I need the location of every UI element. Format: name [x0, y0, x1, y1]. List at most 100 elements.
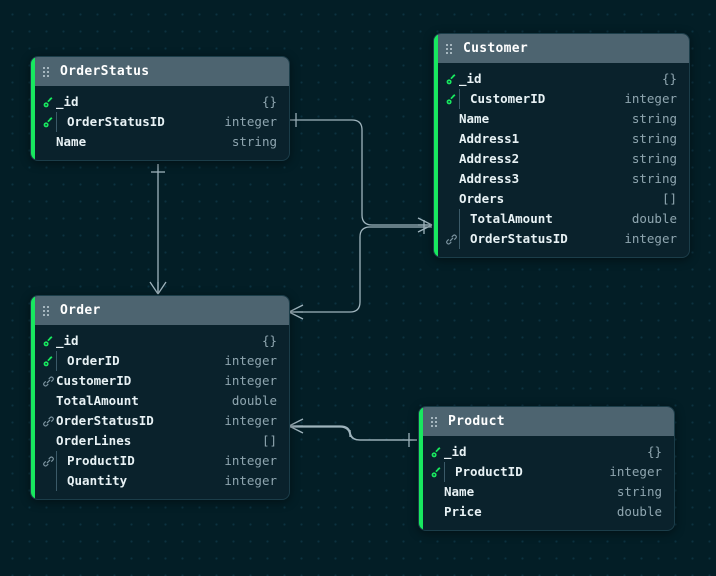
- field-row[interactable]: Name string: [419, 482, 674, 502]
- drag-handle-icon[interactable]: [431, 416, 437, 427]
- indent-guide: [56, 451, 57, 471]
- table-accent-bar: [419, 407, 423, 530]
- field-type: string: [616, 484, 662, 499]
- table-fields: _id {} OrderID integer CustomerID integer Tota…: [31, 325, 289, 499]
- field-name: Price: [444, 504, 482, 519]
- link-icon: [40, 376, 56, 387]
- link-icon: [40, 456, 56, 467]
- field-name-wrap: CustomerID: [56, 371, 215, 391]
- field-name: Address2: [459, 151, 520, 166]
- field-type: integer: [609, 464, 662, 479]
- table-title: Product: [448, 414, 505, 429]
- field-name: TotalAmount: [56, 393, 139, 408]
- edge-orderstatus-customer: [288, 113, 433, 233]
- indent-guide: [459, 229, 460, 249]
- table-accent-bar: [31, 57, 35, 160]
- field-name-wrap: ProductID: [444, 462, 600, 482]
- field-type: double: [231, 393, 277, 408]
- field-name-wrap: OrderLines: [56, 431, 215, 451]
- field-name: OrderStatusID: [56, 413, 154, 428]
- edge-customer-order: [288, 220, 432, 320]
- field-type: integer: [224, 413, 277, 428]
- field-name: OrderStatusID: [470, 231, 568, 246]
- key-icon: [443, 93, 459, 105]
- table-title: Order: [60, 303, 101, 318]
- field-name: ProductID: [67, 453, 135, 468]
- field-row[interactable]: _id {}: [31, 92, 289, 112]
- field-row[interactable]: _id {}: [419, 442, 674, 462]
- field-name: Name: [56, 134, 87, 149]
- field-row[interactable]: Name string: [31, 132, 289, 152]
- field-row[interactable]: Address2 string: [434, 149, 689, 169]
- field-row[interactable]: OrderLines []: [31, 431, 289, 451]
- table-card-order[interactable]: Order _id {} OrderID integer CustomerID intege…: [30, 295, 290, 500]
- field-name-wrap: _id: [444, 442, 600, 462]
- field-row[interactable]: TotalAmount double: [434, 209, 689, 229]
- indent-guide: [459, 89, 460, 109]
- field-row[interactable]: OrderID integer: [31, 351, 289, 371]
- field-name: CustomerID: [56, 373, 132, 388]
- field-name: Orders: [459, 191, 505, 206]
- field-type: integer: [224, 473, 277, 488]
- indent-guide: [459, 209, 460, 229]
- field-name-wrap: CustomerID: [459, 89, 615, 109]
- diagram-canvas[interactable]: OrderStatus _id {} OrderStatusID integer Name…: [0, 0, 716, 576]
- table-header-orderstatus[interactable]: OrderStatus: [31, 57, 289, 86]
- field-row[interactable]: Name string: [434, 109, 689, 129]
- field-row[interactable]: CustomerID integer: [31, 371, 289, 391]
- table-card-orderstatus[interactable]: OrderStatus _id {} OrderStatusID integer Name…: [30, 56, 290, 161]
- field-name: Address1: [459, 131, 520, 146]
- table-header-order[interactable]: Order: [31, 296, 289, 325]
- table-accent-bar: [434, 34, 438, 257]
- table-header-customer[interactable]: Customer: [434, 34, 689, 63]
- indent-guide: [56, 351, 57, 371]
- field-type: integer: [224, 353, 277, 368]
- field-row[interactable]: _id {}: [31, 331, 289, 351]
- field-name: _id: [444, 444, 467, 459]
- field-name-wrap: OrderStatusID: [459, 229, 615, 249]
- table-accent-bar: [31, 296, 35, 499]
- field-row[interactable]: Orders []: [434, 189, 689, 209]
- field-row[interactable]: ProductID integer: [31, 451, 289, 471]
- drag-handle-icon[interactable]: [43, 305, 49, 316]
- field-type: []: [661, 191, 677, 206]
- field-name-wrap: _id: [56, 92, 215, 112]
- field-name-wrap: Address1: [459, 129, 615, 149]
- field-row[interactable]: OrderStatusID integer: [31, 112, 289, 132]
- field-row[interactable]: Price double: [419, 502, 674, 522]
- field-row[interactable]: Quantity integer: [31, 471, 289, 491]
- field-row[interactable]: TotalAmount double: [31, 391, 289, 411]
- field-row[interactable]: CustomerID integer: [434, 89, 689, 109]
- drag-handle-icon[interactable]: [43, 66, 49, 77]
- field-name-wrap: Name: [56, 132, 215, 152]
- field-type: string: [631, 111, 677, 126]
- table-fields: _id {} OrderStatusID integer Name string: [31, 86, 289, 160]
- field-row[interactable]: OrderStatusID integer: [434, 229, 689, 249]
- field-row[interactable]: Address1 string: [434, 129, 689, 149]
- field-name-wrap: TotalAmount: [459, 209, 615, 229]
- link-icon: [443, 234, 459, 245]
- field-name: _id: [459, 71, 482, 86]
- field-row[interactable]: Address3 string: [434, 169, 689, 189]
- field-type: string: [631, 151, 677, 166]
- field-name: ProductID: [455, 464, 523, 479]
- field-row[interactable]: _id {}: [434, 69, 689, 89]
- table-fields: _id{} CustomerID integer Name string Address1…: [434, 63, 689, 257]
- field-name-wrap: Quantity: [56, 471, 215, 491]
- field-type: integer: [624, 231, 677, 246]
- field-type: {}: [661, 71, 677, 86]
- field-type: double: [631, 211, 677, 226]
- field-row[interactable]: OrderStatusID integer: [31, 411, 289, 431]
- table-card-product[interactable]: Product _id {} ProductID integer Name string Pr…: [418, 406, 675, 531]
- drag-handle-icon[interactable]: [446, 43, 452, 54]
- field-name-wrap: OrderID: [56, 351, 215, 371]
- field-type: {}: [646, 444, 662, 459]
- edge-product-order: [288, 418, 417, 447]
- field-row[interactable]: ProductID integer: [419, 462, 674, 482]
- field-name: Name: [444, 484, 475, 499]
- field-name-wrap: Name: [459, 109, 615, 129]
- field-name: Address3: [459, 171, 520, 186]
- table-header-product[interactable]: Product: [419, 407, 674, 436]
- table-card-customer[interactable]: Customer _id {} CustomerID integer Name string…: [433, 33, 690, 258]
- field-name-wrap: TotalAmount: [56, 391, 215, 411]
